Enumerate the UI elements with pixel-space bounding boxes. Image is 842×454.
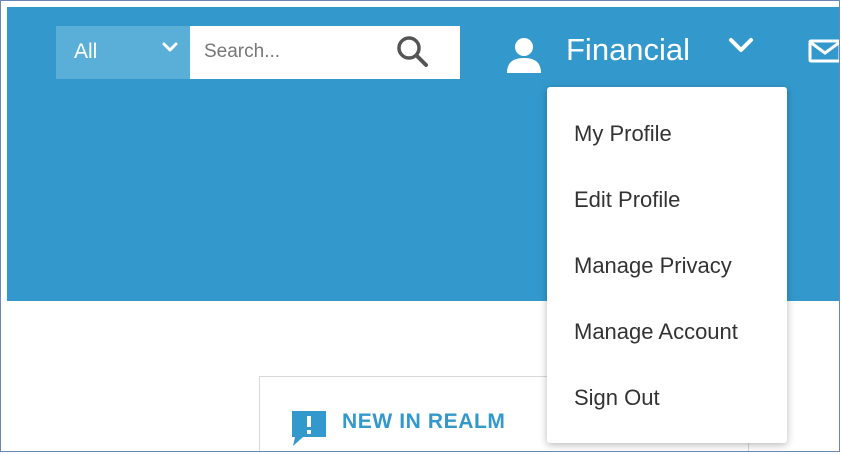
menu-item-manage-privacy[interactable]: Manage Privacy bbox=[574, 253, 732, 279]
chevron-down-icon bbox=[162, 40, 178, 58]
user-dropdown-menu: My Profile Edit Profile Manage Privacy M… bbox=[547, 87, 787, 443]
menu-item-my-profile[interactable]: My Profile bbox=[574, 121, 672, 147]
scope-select[interactable]: All bbox=[56, 26, 190, 79]
menu-item-manage-account[interactable]: Manage Account bbox=[574, 319, 738, 345]
user-icon[interactable] bbox=[505, 37, 543, 80]
menu-item-sign-out[interactable]: Sign Out bbox=[574, 385, 660, 411]
search-input[interactable] bbox=[204, 38, 394, 66]
search-box bbox=[190, 26, 460, 79]
speech-bubble-alert-icon bbox=[289, 408, 329, 451]
user-menu-toggle[interactable]: Financial bbox=[566, 32, 690, 68]
chevron-down-icon[interactable] bbox=[727, 35, 755, 60]
menu-item-edit-profile[interactable]: Edit Profile bbox=[574, 187, 680, 213]
envelope-icon[interactable] bbox=[808, 39, 839, 68]
news-section-title: NEW IN REALM bbox=[342, 410, 506, 433]
page-frame: All Financial NEW IN REALM My Profile Ed… bbox=[0, 0, 840, 452]
search-icon[interactable] bbox=[395, 34, 431, 70]
scope-select-value: All bbox=[74, 40, 98, 63]
